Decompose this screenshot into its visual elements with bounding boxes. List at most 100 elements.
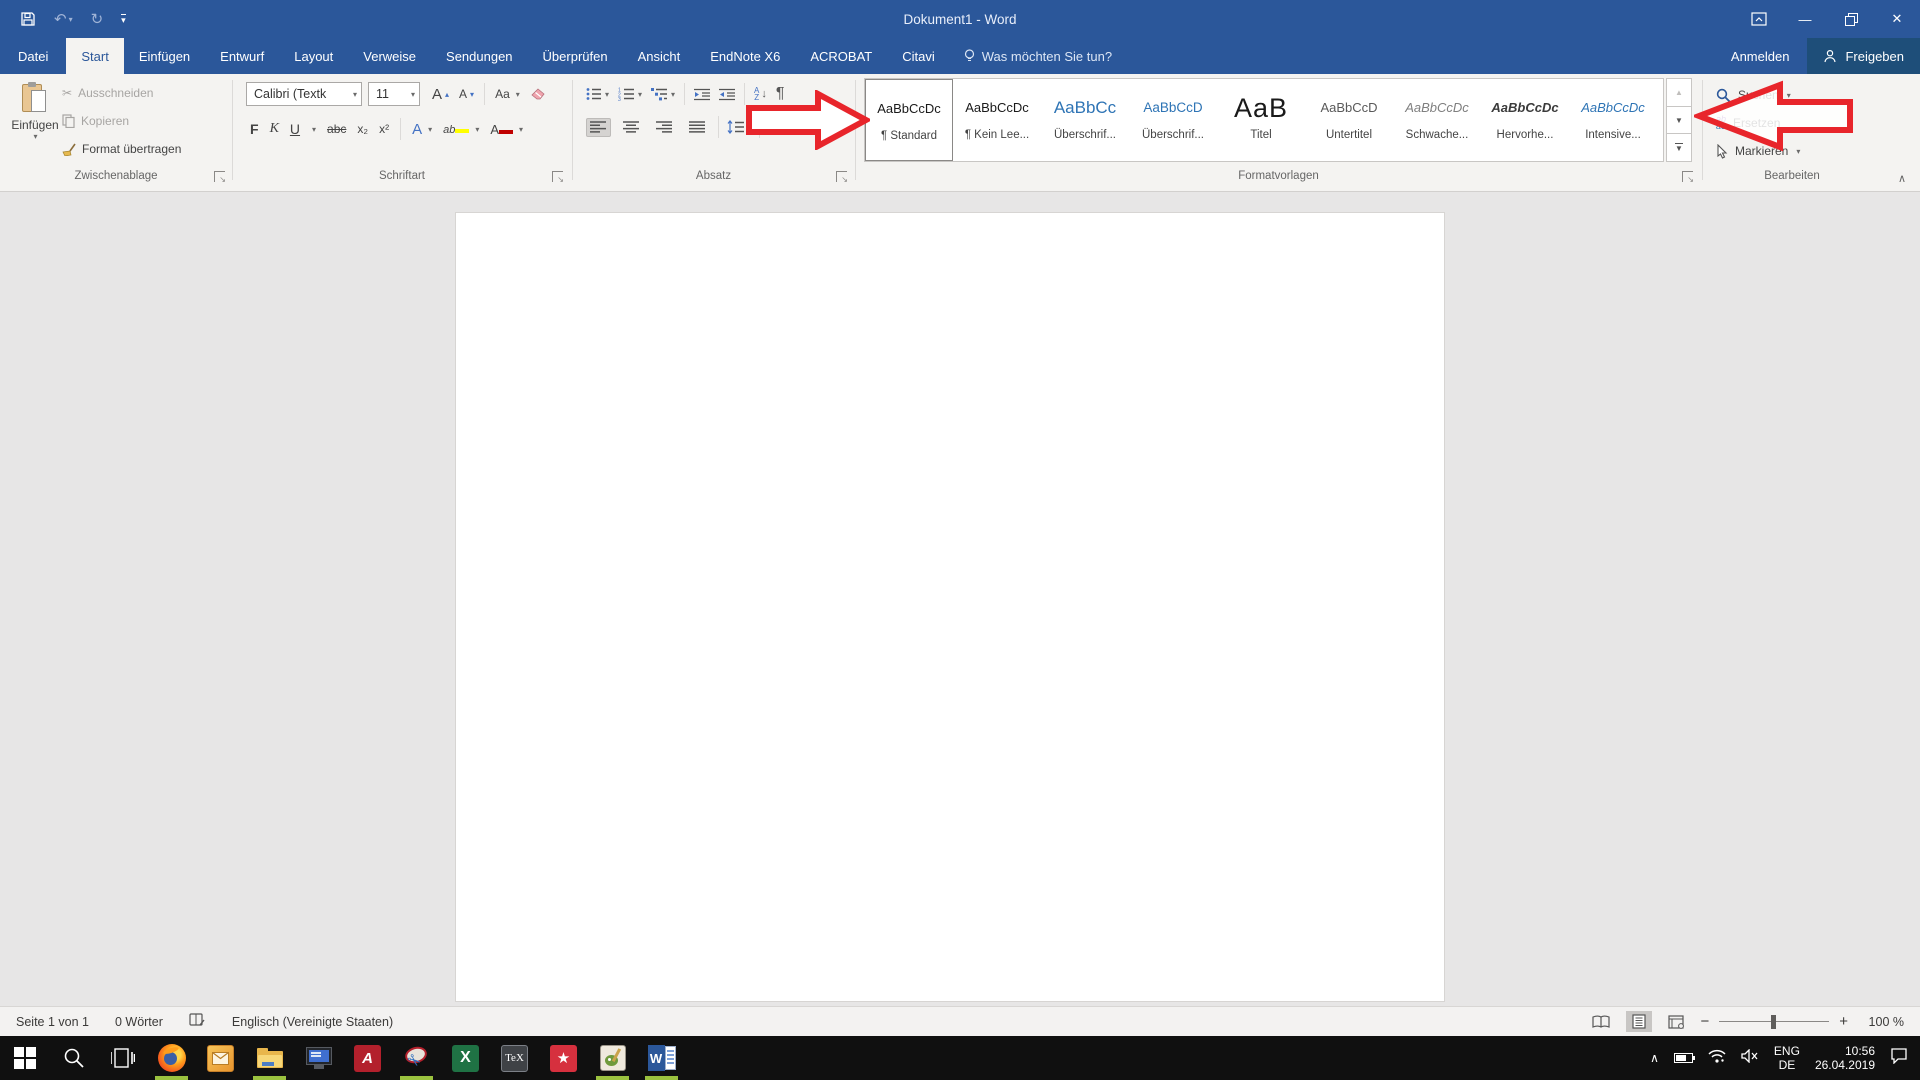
taskbar-outlook[interactable]: [196, 1036, 245, 1080]
language-switcher[interactable]: ENG DE: [1774, 1044, 1800, 1072]
tab-start[interactable]: Start: [66, 38, 124, 74]
font-name-combo[interactable]: Calibri (Textk ▾: [246, 82, 362, 106]
underline-button[interactable]: U: [290, 121, 300, 137]
style-tile-ueberschrift-2[interactable]: AaBbCcD Überschrif...: [1129, 79, 1217, 161]
taskbar-firefox[interactable]: [147, 1036, 196, 1080]
tab-ansicht[interactable]: Ansicht: [623, 38, 696, 74]
taskbar-file-explorer[interactable]: [245, 1036, 294, 1080]
clipboard-dialog-launcher-icon[interactable]: [214, 171, 226, 184]
underline-dropdown-icon[interactable]: ▾: [312, 125, 316, 134]
language-indicator[interactable]: Englisch (Vereinigte Staaten): [232, 1015, 393, 1029]
subscript-button[interactable]: x₂: [357, 122, 368, 136]
document-page[interactable]: [455, 212, 1445, 1002]
taskbar-word[interactable]: W: [637, 1036, 686, 1080]
styles-dialog-launcher-icon[interactable]: [1682, 171, 1694, 184]
paragraph-dialog-launcher-icon[interactable]: [836, 171, 848, 184]
page-indicator[interactable]: Seite 1 von 1: [16, 1015, 89, 1029]
format-painter-button[interactable]: Format übertragen: [62, 138, 181, 160]
numbering-button[interactable]: 123 ▾: [618, 87, 642, 102]
multilevel-list-button[interactable]: ▾: [651, 87, 675, 101]
proofing-icon[interactable]: [189, 1012, 206, 1031]
style-tile-titel[interactable]: AaB Titel: [1217, 79, 1305, 161]
minimize-icon[interactable]: —: [1782, 0, 1828, 38]
style-tile-intensive-hervorhebung[interactable]: AaBbCcDc Intensive...: [1569, 79, 1657, 161]
font-color-button[interactable]: A ▾: [490, 122, 523, 137]
style-tile-untertitel[interactable]: AaBbCcD Untertitel: [1305, 79, 1393, 161]
bold-button[interactable]: F: [250, 121, 259, 137]
clear-formatting-button[interactable]: [530, 87, 545, 101]
tab-citavi[interactable]: Citavi: [887, 38, 950, 74]
italic-button[interactable]: K: [270, 121, 279, 137]
change-case-button[interactable]: Aa ▾: [495, 87, 520, 101]
zoom-out-icon[interactable]: −: [1700, 1013, 1709, 1030]
style-tile-schwache-hervorhebung[interactable]: AaBbCcDc Schwache...: [1393, 79, 1481, 161]
taskbar-acrobat-reader[interactable]: A: [343, 1036, 392, 1080]
volume-muted-icon[interactable]: [1741, 1047, 1759, 1068]
superscript-button[interactable]: x²: [379, 122, 389, 136]
paste-button[interactable]: Einfügen ▾: [10, 80, 60, 164]
bullets-button[interactable]: ▾: [586, 87, 609, 101]
firefox-icon: [157, 1044, 186, 1072]
taskbar-excel[interactable]: X: [441, 1036, 490, 1080]
highlight-color-button[interactable]: ab ▾: [443, 122, 479, 136]
taskbar-search-button[interactable]: [49, 1036, 98, 1080]
style-tile-kein-leerraum[interactable]: AaBbCcDc ¶ Kein Lee...: [953, 79, 1041, 161]
style-tile-ueberschrift-1[interactable]: AaBbCc Überschrif...: [1041, 79, 1129, 161]
share-button[interactable]: Freigeben: [1807, 38, 1920, 74]
taskbar-texmaker[interactable]: TeX: [490, 1036, 539, 1080]
print-layout-icon[interactable]: [1626, 1011, 1653, 1032]
font-size-combo[interactable]: 11 ▾: [368, 82, 420, 106]
tab-endnote[interactable]: EndNote X6: [695, 38, 795, 74]
tab-einfuegen[interactable]: Einfügen: [124, 38, 205, 74]
collapse-ribbon-icon[interactable]: ∧: [1898, 172, 1906, 185]
increase-indent-button[interactable]: [719, 88, 736, 101]
cut-button[interactable]: ✂ Ausschneiden: [62, 82, 153, 104]
tab-sendungen[interactable]: Sendungen: [431, 38, 528, 74]
styles-gallery-more-icon[interactable]: ▼: [1666, 134, 1692, 163]
style-tile-standard[interactable]: AaBbCcDc ¶ Standard: [865, 79, 953, 161]
align-left-button[interactable]: [586, 117, 611, 137]
task-view-button[interactable]: [98, 1036, 147, 1080]
zoom-slider[interactable]: [1719, 1014, 1830, 1029]
style-tile-hervorhebung[interactable]: AaBbCcDc Hervorhe...: [1481, 79, 1569, 161]
grow-font-button[interactable]: A ▴: [432, 86, 449, 103]
zoom-in-icon[interactable]: +: [1839, 1013, 1848, 1030]
wifi-icon[interactable]: [1708, 1049, 1726, 1068]
close-icon[interactable]: ✕: [1874, 0, 1920, 38]
align-right-button[interactable]: [652, 118, 677, 137]
styles-scroll-down-icon[interactable]: ▼: [1666, 106, 1692, 135]
web-layout-icon[interactable]: [1662, 1012, 1690, 1032]
strikethrough-button[interactable]: abc: [327, 122, 346, 136]
tab-datei[interactable]: Datei: [0, 38, 66, 74]
tab-layout[interactable]: Layout: [279, 38, 348, 74]
battery-icon[interactable]: [1673, 1053, 1695, 1063]
taskbar-gimp[interactable]: [588, 1036, 637, 1080]
font-dialog-launcher-icon[interactable]: [552, 171, 564, 184]
action-center-icon[interactable]: [1890, 1047, 1908, 1069]
word-count[interactable]: 0 Wörter: [115, 1015, 163, 1029]
read-mode-icon[interactable]: [1586, 1012, 1616, 1032]
taskbar-pc-app[interactable]: [294, 1036, 343, 1080]
clock[interactable]: 10:56 26.04.2019: [1815, 1044, 1875, 1072]
justify-button[interactable]: [685, 118, 710, 137]
shrink-font-button[interactable]: A ▾: [459, 87, 474, 101]
taskbar-wunderlist[interactable]: ★: [539, 1036, 588, 1080]
styles-scroll-up-icon[interactable]: ▲: [1666, 78, 1692, 107]
tab-verweise[interactable]: Verweise: [348, 38, 431, 74]
ribbon-display-options-icon[interactable]: [1736, 0, 1782, 38]
align-center-button[interactable]: [619, 118, 644, 137]
tab-entwurf[interactable]: Entwurf: [205, 38, 279, 74]
zoom-slider-thumb[interactable]: [1771, 1014, 1777, 1029]
copy-button[interactable]: Kopieren: [62, 110, 129, 132]
text-effects-button[interactable]: A ▾: [412, 121, 432, 138]
tray-show-hidden-icons[interactable]: ∧: [1650, 1051, 1659, 1065]
restore-icon[interactable]: [1828, 0, 1874, 38]
tab-acrobat[interactable]: ACROBAT: [795, 38, 887, 74]
tell-me-box[interactable]: Was möchten Sie tun?: [950, 38, 1126, 74]
taskbar-snipping-tool[interactable]: ✂: [392, 1036, 441, 1080]
signin-button[interactable]: Anmelden: [1713, 38, 1808, 74]
tab-ueberpruefen[interactable]: Überprüfen: [528, 38, 623, 74]
zoom-level[interactable]: 100 %: [1858, 1015, 1904, 1029]
start-button[interactable]: [0, 1036, 49, 1080]
decrease-indent-button[interactable]: [694, 88, 711, 101]
